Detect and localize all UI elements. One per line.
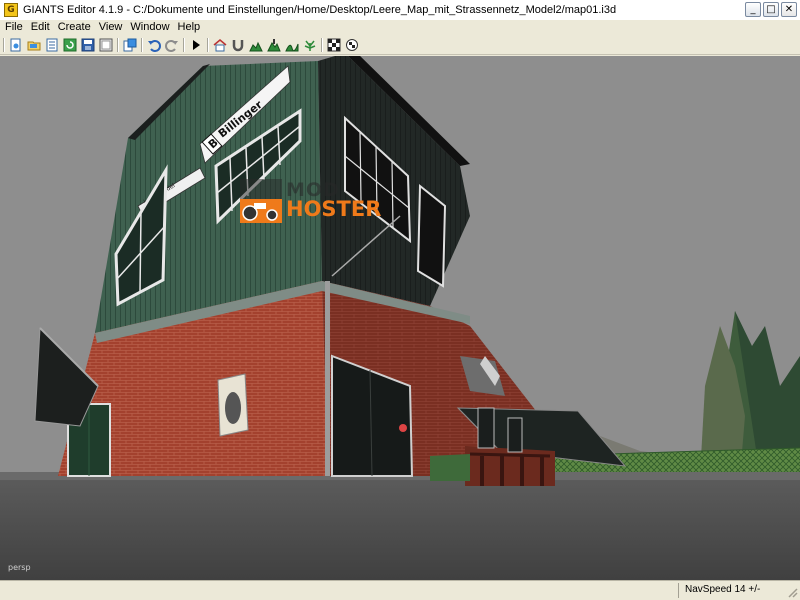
close-icon: ✕ bbox=[784, 3, 794, 15]
foliage-paint-icon[interactable] bbox=[302, 37, 317, 52]
window-controls: _ □ ✕ bbox=[745, 2, 797, 17]
checker-settings-icon[interactable] bbox=[344, 37, 359, 52]
toolbar bbox=[0, 35, 800, 55]
play-icon[interactable] bbox=[188, 37, 203, 52]
save-as-icon[interactable] bbox=[98, 37, 113, 52]
toolbar-separator bbox=[183, 37, 185, 52]
camera-label: persp bbox=[8, 563, 31, 572]
status-bar: NavSpeed 14 +/- bbox=[0, 580, 800, 600]
menu-view[interactable]: View bbox=[96, 20, 128, 35]
toolbar-separator bbox=[141, 37, 143, 52]
home-icon[interactable] bbox=[212, 37, 227, 52]
window-title: GIANTS Editor 4.1.9 - C:/Dokumente und E… bbox=[23, 4, 617, 16]
toolbar-separator bbox=[117, 37, 119, 52]
close-button[interactable]: ✕ bbox=[781, 2, 797, 17]
terrain-smooth-icon[interactable] bbox=[284, 37, 299, 52]
minimize-button[interactable]: _ bbox=[745, 2, 761, 17]
magnet-icon[interactable] bbox=[230, 37, 245, 52]
save-icon[interactable] bbox=[80, 37, 95, 52]
menu-help[interactable]: Help bbox=[175, 20, 206, 35]
checker-icon[interactable] bbox=[326, 37, 341, 52]
menu-create[interactable]: Create bbox=[55, 20, 96, 35]
navspeed-readout: NavSpeed 14 +/- bbox=[685, 584, 761, 595]
maximize-button[interactable]: □ bbox=[763, 2, 779, 17]
menu-file[interactable]: File bbox=[2, 20, 28, 35]
toolbar-separator bbox=[207, 37, 209, 52]
menu-bar: File Edit Create View Window Help bbox=[0, 20, 800, 35]
scene-render: Landhandel B Billinger bbox=[0, 56, 800, 580]
toolbar-separator bbox=[321, 37, 323, 52]
maximize-icon: □ bbox=[766, 3, 776, 15]
status-divider bbox=[678, 583, 679, 598]
redo-icon[interactable] bbox=[164, 37, 179, 52]
terrain-paint-icon[interactable] bbox=[248, 37, 263, 52]
title-bar: G GIANTS Editor 4.1.9 - C:/Dokumente und… bbox=[0, 0, 800, 21]
terrain-sculpt-icon[interactable] bbox=[266, 37, 281, 52]
import-icon[interactable] bbox=[44, 37, 59, 52]
new-icon[interactable] bbox=[8, 37, 23, 52]
menu-edit[interactable]: Edit bbox=[28, 20, 55, 35]
menu-window[interactable]: Window bbox=[127, 20, 174, 35]
watermark-hoster: HOSTER bbox=[286, 197, 382, 221]
minimize-icon: _ bbox=[750, 3, 756, 15]
open-icon[interactable] bbox=[26, 37, 41, 52]
3d-viewport[interactable]: Landhandel B Billinger bbox=[0, 56, 800, 580]
watermark: MOD HOSTER bbox=[236, 177, 416, 227]
tractor-logo-icon bbox=[240, 179, 282, 223]
export-icon[interactable] bbox=[122, 37, 137, 52]
undo-icon[interactable] bbox=[146, 37, 161, 52]
giants-app-icon: G bbox=[4, 3, 18, 17]
toolbar-separator bbox=[3, 37, 5, 52]
reload-icon[interactable] bbox=[62, 37, 77, 52]
resize-grip-icon[interactable] bbox=[786, 586, 798, 598]
